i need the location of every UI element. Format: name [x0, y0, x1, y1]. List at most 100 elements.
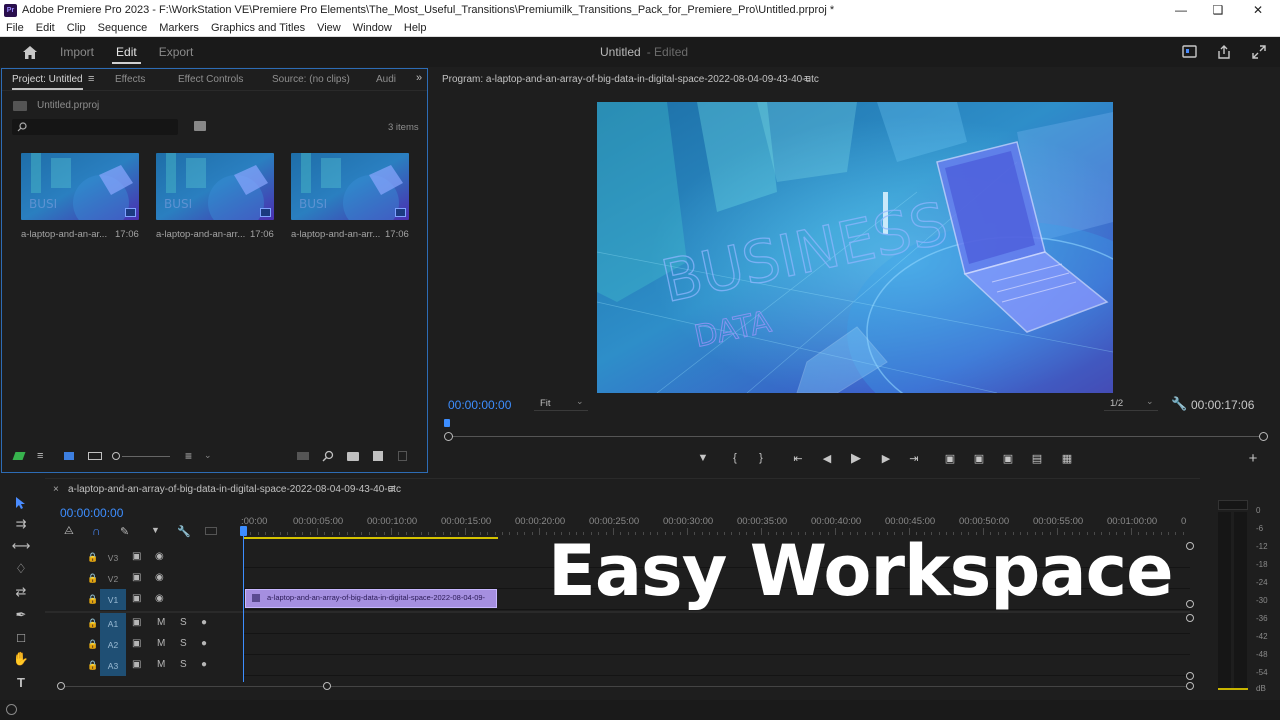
sync-lock-icon[interactable]: ▣ — [132, 617, 141, 628]
sync-lock-icon[interactable]: ▣ — [132, 551, 141, 562]
track-label[interactable]: V2 — [100, 568, 126, 589]
background-tasks-icon[interactable] — [6, 704, 17, 715]
go-to-out-icon[interactable]: ⇥ — [907, 451, 921, 465]
share-icon[interactable] — [1216, 44, 1232, 60]
solo-button[interactable]: S — [180, 638, 187, 649]
menu-edit[interactable]: Edit — [36, 22, 55, 34]
add-marker-icon[interactable]: ▼ — [696, 451, 710, 465]
clip-thumbnail[interactable]: BUSI — [21, 153, 139, 220]
rectangle-tool-icon[interactable]: □ — [12, 628, 30, 646]
fullscreen-icon[interactable] — [1251, 44, 1267, 60]
track-a1[interactable]: 🔒 A1 ▣ M S ● — [45, 613, 1190, 634]
captions-icon[interactable] — [205, 527, 217, 535]
nest-icon[interactable]: ⨺ — [64, 525, 74, 538]
tab-project[interactable]: Project: Untitled — [12, 74, 83, 90]
mute-button[interactable]: M — [157, 638, 165, 649]
program-video-frame[interactable]: BUSINESS DATA — [597, 102, 1113, 393]
slip-tool-icon[interactable]: ⇄ — [12, 583, 30, 601]
timeline-playhead-handle[interactable] — [240, 526, 247, 536]
program-timecode[interactable]: 00:00:00:00 — [448, 398, 511, 412]
menu-markers[interactable]: Markers — [159, 22, 199, 34]
playhead-marker[interactable] — [444, 419, 450, 427]
wrench-icon[interactable]: 🔧 — [1171, 396, 1187, 412]
pencil-icon[interactable] — [12, 452, 26, 460]
step-forward-icon[interactable]: ▶ — [879, 451, 893, 465]
panel-menu-icon[interactable]: ≡ — [88, 73, 94, 85]
video-scroll-top-handle[interactable] — [1186, 542, 1194, 550]
eye-icon[interactable]: ◉ — [155, 572, 164, 583]
play-icon[interactable]: ▶ — [849, 450, 863, 465]
audio-scroll-bottom-handle[interactable] — [1186, 672, 1194, 680]
tab-source[interactable]: Source: (no clips) — [272, 74, 350, 85]
panel-menu-icon[interactable]: ≡ — [804, 73, 810, 85]
menu-window[interactable]: Window — [353, 22, 392, 34]
automate-to-sequence-icon[interactable] — [297, 452, 309, 460]
sync-lock-icon[interactable]: ▣ — [132, 638, 141, 649]
microphone-icon[interactable]: ● — [201, 617, 207, 628]
lock-icon[interactable]: 🔒 — [87, 594, 98, 605]
timeline-horizontal-scrollbar[interactable] — [60, 686, 1188, 687]
tab-import[interactable]: Import — [60, 37, 94, 67]
export-frame-icon[interactable]: ▣ — [1001, 451, 1015, 465]
minimize-button[interactable]: — — [1163, 0, 1199, 20]
eye-icon[interactable]: ◉ — [155, 551, 164, 562]
tab-effect-controls[interactable]: Effect Controls — [178, 74, 243, 85]
sequence-tab[interactable]: a-laptop-and-an-array-of-big-data-in-dig… — [68, 484, 401, 495]
menu-clip[interactable]: Clip — [67, 22, 86, 34]
sync-lock-icon[interactable]: ▣ — [132, 659, 141, 670]
clip-thumbnail[interactable]: BUSI — [156, 153, 274, 220]
razor-tool-icon[interactable]: ♢ — [12, 560, 30, 578]
track-label[interactable]: A2 — [100, 634, 126, 655]
menu-graphics-and-titles[interactable]: Graphics and Titles — [211, 22, 305, 34]
go-to-in-icon[interactable]: ⇤ — [791, 451, 805, 465]
solo-button[interactable]: S — [180, 659, 187, 670]
mark-out-icon[interactable]: } — [754, 451, 768, 465]
step-back-icon[interactable]: ◀ — [820, 451, 834, 465]
panel-menu-icon[interactable]: ≡ — [388, 483, 394, 495]
tab-effects[interactable]: Effects — [115, 74, 145, 85]
lock-icon[interactable]: 🔒 — [87, 660, 98, 671]
audio-scroll-top-handle[interactable] — [1186, 614, 1194, 622]
timeline-settings-icon[interactable]: 🔧 — [177, 525, 191, 538]
quick-export-icon[interactable] — [1182, 44, 1198, 60]
scrub-end-handle[interactable] — [1259, 432, 1268, 441]
lock-icon[interactable]: 🔒 — [87, 618, 98, 629]
lock-icon[interactable]: 🔒 — [87, 639, 98, 650]
close-button[interactable]: ✕ — [1240, 0, 1276, 20]
eye-icon[interactable]: ◉ — [155, 593, 164, 604]
zoom-slider-track[interactable] — [122, 456, 170, 457]
zoom-scroll-left-handle[interactable] — [57, 682, 65, 690]
new-item-icon[interactable] — [373, 451, 383, 461]
track-a3[interactable]: 🔒 A3 ▣ M S ● — [45, 655, 1190, 676]
video-clip[interactable]: a-laptop-and-an-array-of-big-data-in-dig… — [245, 589, 497, 608]
solo-button[interactable]: S — [180, 617, 187, 628]
video-scroll-bottom-handle[interactable] — [1186, 600, 1194, 608]
freeform-view-icon[interactable] — [88, 452, 102, 460]
work-area-bar[interactable] — [243, 537, 498, 539]
snap-icon[interactable]: ∩ — [92, 524, 101, 538]
lift-icon[interactable]: ▣ — [943, 451, 957, 465]
tab-export[interactable]: Export — [159, 37, 194, 67]
menu-sequence[interactable]: Sequence — [98, 22, 148, 34]
track-label[interactable]: V1 — [100, 589, 126, 610]
track-select-tool-icon[interactable]: ⇉ — [12, 515, 30, 533]
track-label[interactable]: V3 — [100, 547, 126, 568]
linked-selection-icon[interactable]: ✎ — [120, 525, 129, 538]
mute-button[interactable]: M — [157, 617, 165, 628]
list-view-icon[interactable]: ≡ — [37, 450, 43, 462]
zoom-scroll-right-handle[interactable] — [323, 682, 331, 690]
more-panels-icon[interactable]: » — [416, 72, 422, 84]
pen-tool-icon[interactable]: ✒ — [12, 606, 30, 624]
track-label[interactable]: A3 — [100, 655, 126, 676]
trash-icon[interactable] — [398, 451, 407, 461]
menu-help[interactable]: Help — [404, 22, 427, 34]
mute-button[interactable]: M — [157, 659, 165, 670]
ripple-edit-tool-icon[interactable]: ⟷ — [12, 537, 31, 555]
microphone-icon[interactable]: ● — [201, 638, 207, 649]
type-tool-icon[interactable]: T — [12, 673, 30, 691]
lock-icon[interactable]: 🔒 — [87, 552, 98, 563]
lock-icon[interactable]: 🔒 — [87, 573, 98, 584]
add-marker-icon[interactable]: ▼ — [151, 525, 160, 535]
hand-tool-icon[interactable]: ✋ — [12, 650, 30, 668]
clip-thumbnail[interactable]: BUSI — [291, 153, 409, 220]
